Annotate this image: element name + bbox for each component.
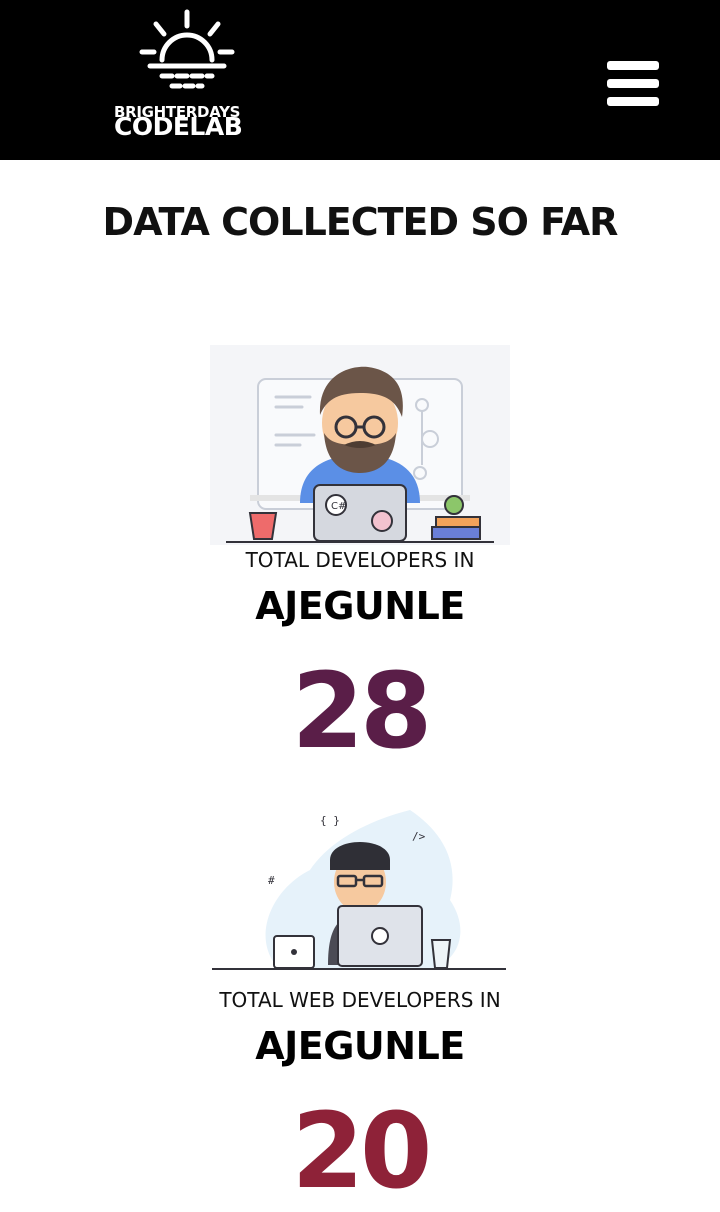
stat-caption-web-developers: TOTAL WEB DEVELOPERS IN [219,988,501,1012]
svg-text:/>: /> [412,830,426,843]
bearded-developer-illustration: C# [210,345,510,545]
stat-caption-developers: TOTAL DEVELOPERS IN [245,548,475,572]
brighterdays-logo[interactable]: BRIGHTERDAYS CODELAB [110,8,270,141]
logo-text-bottom: CODELAB [114,112,243,141]
stat-location-developers: AJEGUNLE [255,584,465,628]
menu-button[interactable] [604,58,662,112]
stat-count-web-developers: 20 [291,1090,433,1212]
page-title: DATA COLLECTED SO FAR [102,200,619,244]
web-developer-illustration: { } /> # [212,810,506,970]
svg-text:#: # [268,874,275,887]
top-navbar: BRIGHTERDAYS CODELAB [0,0,720,160]
svg-text:{ }: { } [320,814,340,827]
sunrise-icon [139,9,235,89]
stat-count-developers: 28 [291,650,433,772]
hamburger-icon [607,61,659,70]
svg-text:C#: C# [331,501,346,512]
stat-location-web-developers: AJEGUNLE [255,1024,465,1068]
